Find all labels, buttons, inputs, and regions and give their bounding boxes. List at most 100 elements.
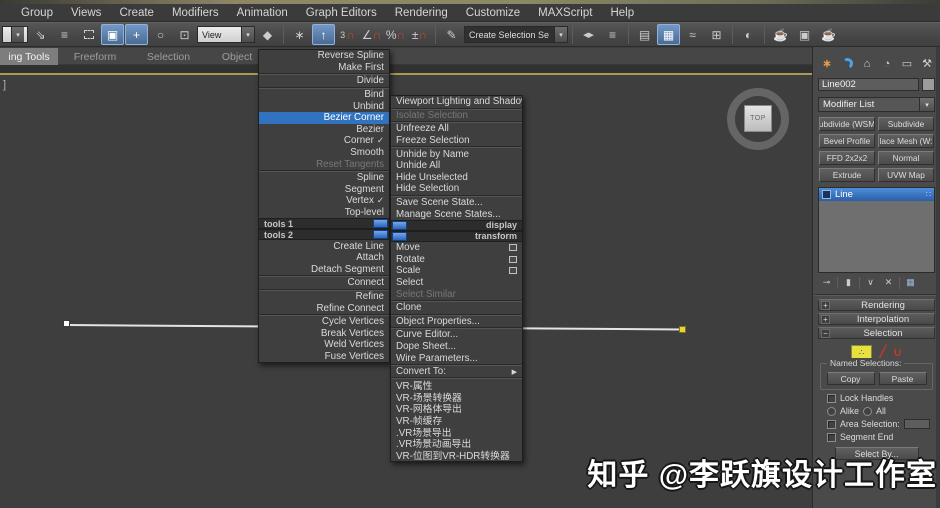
rollout-interpolation[interactable]: + Interpolation (818, 313, 935, 325)
all-radio[interactable] (863, 406, 873, 416)
viewcube[interactable]: TOP (723, 87, 793, 151)
panel-scrollbar[interactable] (936, 47, 940, 508)
menu-animation[interactable]: Animation (228, 7, 297, 19)
rendered-frame-window-icon[interactable]: ▣ (793, 24, 816, 45)
object-name-field[interactable]: Line002 (818, 78, 919, 91)
menu-item-unhide-by-name[interactable]: Unhide by Name (391, 148, 522, 160)
menu-item-top-level[interactable]: Top-level (259, 207, 389, 219)
tab-freeform[interactable]: Freeform (58, 48, 132, 65)
rollout-rendering[interactable]: + Rendering (818, 299, 935, 311)
object-color-swatch[interactable] (922, 78, 935, 91)
menu-views[interactable]: Views (62, 7, 110, 19)
select-and-manipulate-icon[interactable]: ∗ (288, 24, 311, 45)
menu-item-make-first[interactable]: Make First (259, 62, 389, 74)
menu-help[interactable]: Help (601, 7, 643, 19)
quad-header-transform[interactable]: transform (391, 230, 522, 242)
menu-item-vertex[interactable]: Vertex ✓ (259, 195, 389, 207)
tab-selection[interactable]: Selection (132, 48, 205, 65)
copy-button[interactable]: Copy (826, 372, 875, 385)
spline-subobject-icon[interactable]: ∪ (893, 345, 902, 359)
menu-item-fuse-vertices[interactable]: Fuse Vertices (259, 351, 389, 363)
vertex-subobject-icon[interactable]: ∴ (850, 345, 872, 359)
remove-modifier-icon[interactable]: ✕ (881, 276, 896, 289)
menu-item-attach[interactable]: Attach (259, 252, 389, 264)
segment-end-checkbox[interactable] (827, 432, 836, 442)
menu-item-corner[interactable]: Corner ✓ (259, 135, 389, 147)
viewport-label[interactable]: ] (3, 79, 6, 91)
select-and-scale-icon[interactable]: ⊡ (173, 24, 196, 45)
menu-item-vr-frame-buffer[interactable]: VR-帧缓存 (391, 414, 522, 426)
menu-graph-editors[interactable]: Graph Editors (297, 7, 386, 19)
menu-item-reverse-spline[interactable]: Reverse Spline (259, 50, 389, 62)
menu-item-bezier[interactable]: Bezier (259, 124, 389, 136)
select-and-rotate-icon[interactable]: ○ (149, 24, 172, 45)
render-setup-icon[interactable]: ☕ (769, 24, 792, 45)
snaps-toggle-icon[interactable]: 3 ∩ (336, 24, 359, 45)
segment-subobject-icon[interactable]: ╱ (879, 345, 886, 359)
modifier-list-dropdown[interactable]: Modifier List ▾ (818, 97, 935, 112)
configure-modifier-sets-icon[interactable]: ▦ (903, 276, 918, 289)
menu-modifiers[interactable]: Modifiers (163, 7, 228, 19)
button-displace-mesh[interactable]: lace Mesh (W: (878, 134, 934, 148)
settings-box-icon[interactable] (509, 267, 517, 275)
schematic-view-icon[interactable]: ⊞ (705, 24, 728, 45)
menu-item-vrscene-export[interactable]: .VR场景导出 (391, 426, 522, 438)
menu-item-curve-editor[interactable]: Curve Editor... (391, 329, 522, 341)
menu-rendering[interactable]: Rendering (386, 7, 457, 19)
use-pivot-center-icon[interactable]: ◆ (256, 24, 279, 45)
menu-item-spline[interactable]: Spline (259, 172, 389, 184)
reference-coordinate-dropdown[interactable]: View ▾ (197, 26, 255, 43)
named-selection-set-dropdown[interactable]: Create Selection Se ▾ (464, 26, 568, 43)
quad-header-tools2[interactable]: tools 2 (259, 229, 389, 241)
menu-item-move[interactable]: Move (391, 242, 522, 254)
menu-maxscript[interactable]: MAXScript (529, 7, 601, 19)
create-tab-icon[interactable]: ∗ (819, 56, 835, 71)
spinner-snap-icon[interactable]: ± ∩ (408, 24, 431, 45)
area-selection-checkbox[interactable] (827, 419, 836, 429)
render-production-icon[interactable]: ☕ (817, 24, 840, 45)
menu-item-select[interactable]: Select (391, 277, 522, 289)
menu-item-detach-segment[interactable]: Detach Segment (259, 264, 389, 276)
select-and-link-icon[interactable]: ⇘ (29, 24, 52, 45)
button-subdivide[interactable]: Subdivide (878, 117, 934, 131)
menu-item-vr-properties[interactable]: VR-属性 (391, 379, 522, 391)
menu-item-viewport-lighting[interactable]: Viewport Lighting and Shadows▶ (391, 96, 522, 108)
menu-item-bezier-corner[interactable]: Bezier Corner (259, 111, 389, 124)
menu-item-vr-mesh-export[interactable]: VR-网格体导出 (391, 403, 522, 414)
ribbon-toggle-icon[interactable]: ▦ (657, 24, 680, 45)
utilities-tab-icon[interactable]: ⚒ (919, 56, 935, 71)
stack-subobject-icon[interactable]: ∷ (926, 190, 931, 199)
menu-item-dope-sheet[interactable]: Dope Sheet... (391, 341, 522, 353)
quad-header-display[interactable]: display (391, 219, 522, 231)
menu-item-refine[interactable]: Refine (259, 291, 389, 303)
menu-item-smooth[interactable]: Smooth (259, 147, 389, 159)
dropdown-arrow-icon[interactable]: ▾ (920, 97, 935, 112)
menu-item-weld-vertices[interactable]: Weld Vertices (259, 339, 389, 351)
manage-layers-icon[interactable]: ▤ (633, 24, 656, 45)
menu-item-vrscene-anim-export[interactable]: .VR场景动画导出 (391, 437, 522, 449)
make-unique-icon[interactable]: ∨ (863, 276, 878, 289)
menu-group[interactable]: Group (12, 7, 62, 19)
menu-item-break-vertices[interactable]: Break Vertices (259, 327, 389, 339)
align-icon[interactable]: ≡ (601, 24, 624, 45)
area-selection-spinner[interactable] (903, 419, 930, 429)
menu-item-divide[interactable]: Divide (259, 75, 389, 87)
stack-item-line[interactable]: Line ∷ (819, 188, 934, 201)
menu-item-scale[interactable]: Scale (391, 265, 522, 277)
select-and-move-icon[interactable]: + (125, 24, 148, 45)
curve-editor-icon[interactable]: ≈ (681, 24, 704, 45)
menu-create[interactable]: Create (110, 7, 163, 19)
menu-item-unfreeze-all[interactable]: Unfreeze All (391, 123, 522, 135)
spline-vertex-start[interactable] (63, 320, 70, 327)
modify-tab-icon[interactable] (839, 56, 855, 71)
menu-item-cycle-vertices[interactable]: Cycle Vertices (259, 316, 389, 328)
settings-box-icon[interactable] (509, 255, 517, 263)
menu-item-rotate[interactable]: Rotate (391, 254, 522, 266)
menu-item-hide-selection[interactable]: Hide Selection (391, 183, 522, 195)
mirror-icon[interactable]: ◀▶ (577, 24, 600, 45)
lock-handles-checkbox[interactable] (827, 393, 836, 403)
motion-tab-icon[interactable]: ◔ (879, 56, 895, 71)
stack-visibility-icon[interactable] (822, 190, 831, 199)
paste-button[interactable]: Paste (878, 372, 927, 385)
menu-item-create-line[interactable]: Create Line (259, 240, 389, 252)
